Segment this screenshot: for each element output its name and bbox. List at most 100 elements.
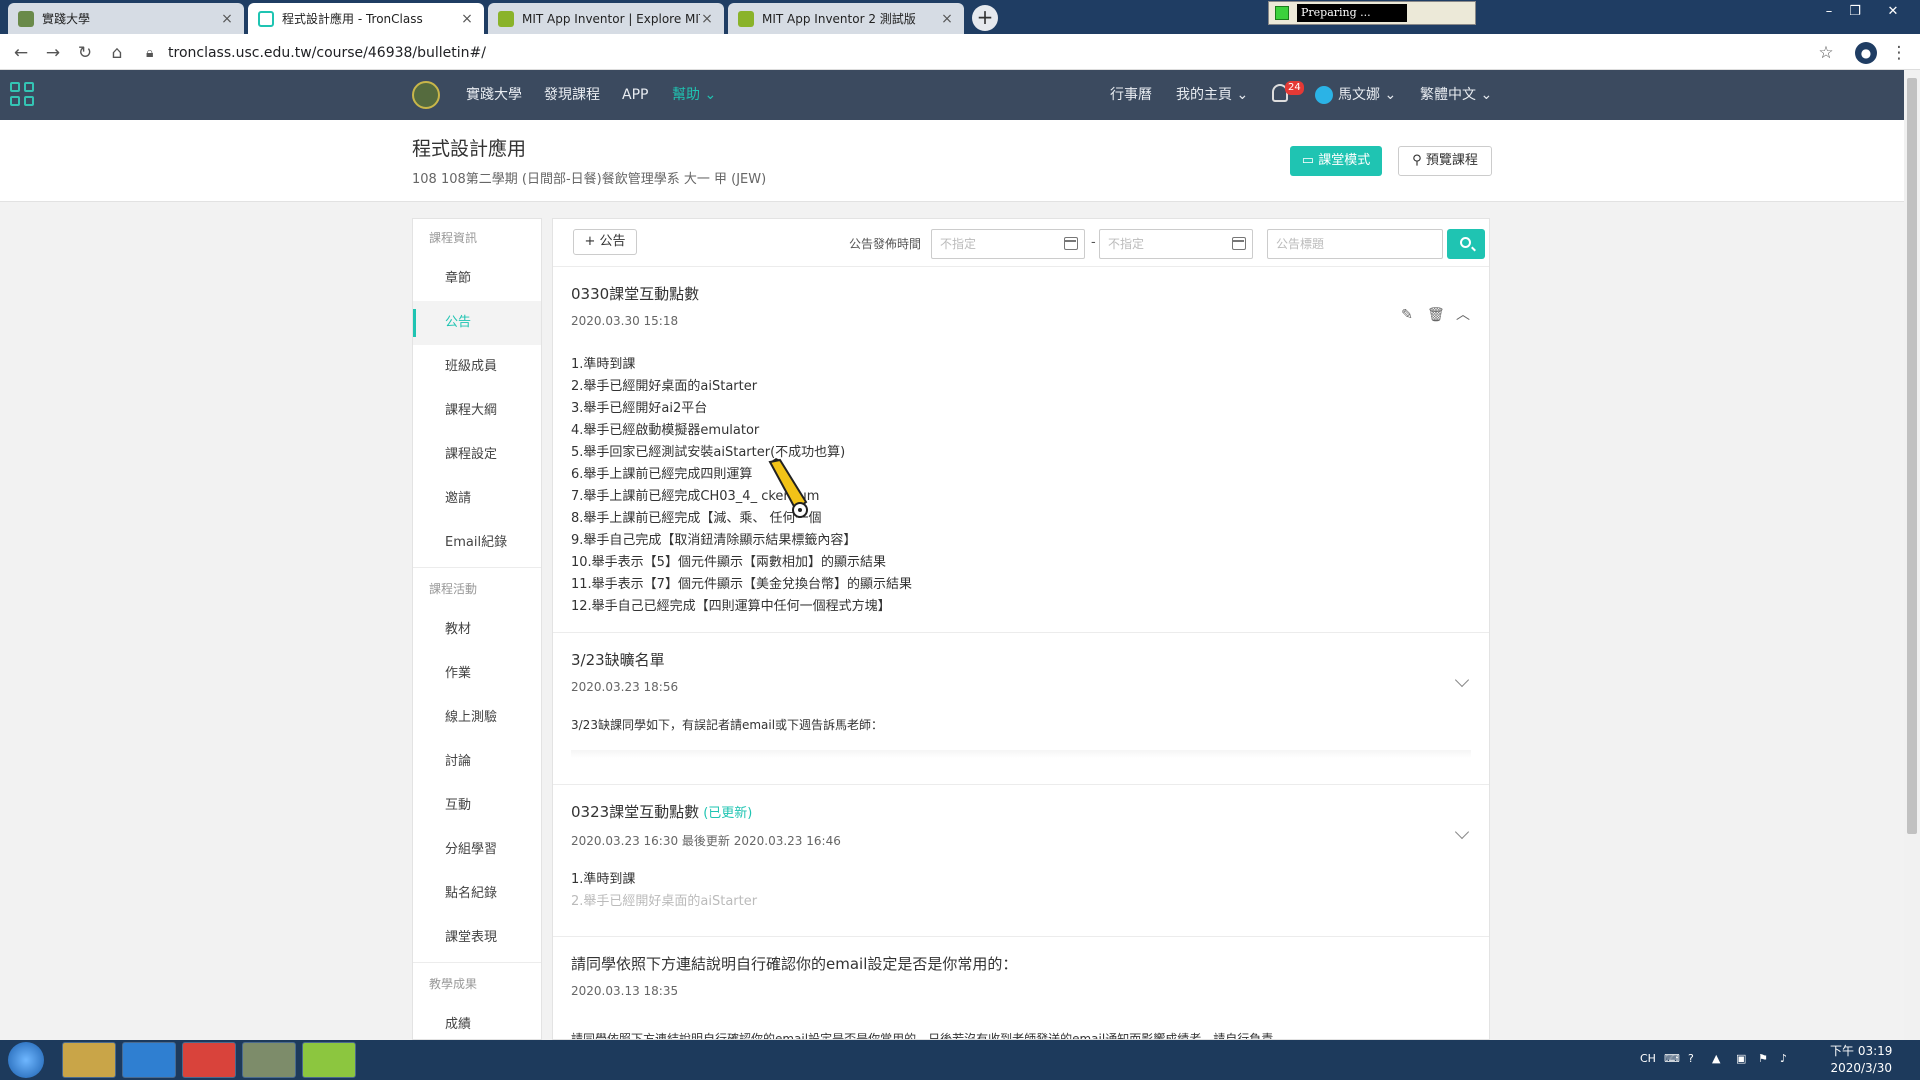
user-avatar[interactable]: [1315, 86, 1333, 104]
volume-icon[interactable]: ♪: [1780, 1052, 1787, 1065]
sidebar-item-chapters[interactable]: 章節: [413, 257, 541, 301]
preview-course-label: 預覽課程: [1425, 153, 1478, 168]
sidebar-item-interaction[interactable]: 互動: [413, 784, 541, 828]
sidebar-item-members[interactable]: 班級成員: [413, 345, 541, 389]
sidebar-divider: [413, 567, 541, 568]
sidebar-item-group-learning[interactable]: 分組學習: [413, 828, 541, 872]
start-button[interactable]: [8, 1042, 44, 1078]
sidebar-item-discussion[interactable]: 討論: [413, 740, 541, 784]
start-date-input[interactable]: 不指定: [931, 229, 1085, 259]
nav-calendar[interactable]: 行事曆: [1110, 70, 1152, 120]
sidebar-item-materials[interactable]: 教材: [413, 608, 541, 652]
sidebar-item-rollcall[interactable]: 點名紀錄: [413, 872, 541, 916]
page-scrollbar[interactable]: [1904, 70, 1920, 1040]
classroom-mode-label: 課堂模式: [1318, 153, 1371, 168]
minimize-icon[interactable]: –: [1816, 4, 1842, 19]
tab-tronclass[interactable]: 程式設計應用 - TronClass ×: [248, 3, 484, 34]
nav-usc[interactable]: 實踐大學: [466, 70, 522, 120]
sidebar-divider: [413, 962, 541, 963]
input-language[interactable]: CH: [1640, 1052, 1656, 1065]
tab-usc[interactable]: 實踐大學 ×: [8, 3, 244, 34]
sidebar-section-title: 課程資訊: [429, 231, 478, 245]
apps-grid-icon[interactable]: [10, 82, 36, 108]
bulletin-date: 2020.03.23 18:56: [571, 680, 679, 694]
search-icon: [1460, 237, 1471, 248]
sidebar-item-quiz[interactable]: 線上測驗: [413, 696, 541, 740]
close-icon[interactable]: ×: [220, 11, 234, 27]
bookmark-star-icon[interactable]: ☆: [1815, 42, 1837, 64]
end-date-input[interactable]: 不指定: [1099, 229, 1253, 259]
sidebar-item-grades[interactable]: 成績: [413, 1003, 541, 1039]
android-emulator-icon[interactable]: [302, 1042, 356, 1078]
close-icon[interactable]: ×: [460, 11, 474, 27]
chevron-up-icon[interactable]: ︿: [1455, 307, 1471, 323]
content-line: 8.舉手上課前已經完成【減、乘、 任何一個: [571, 511, 822, 526]
close-window-icon[interactable]: ✕: [1880, 4, 1906, 19]
menu-kebab-icon[interactable]: ⋮: [1888, 42, 1910, 64]
reload-icon[interactable]: ↻: [74, 42, 96, 64]
network-icon[interactable]: ▣: [1736, 1052, 1746, 1065]
sidebar-item-syllabus[interactable]: 課程大綱: [413, 389, 541, 433]
pencil-cursor-icon: [768, 458, 808, 518]
school-logo-icon[interactable]: [412, 81, 440, 109]
sidebar-section-title: 教學成果: [429, 977, 478, 991]
url-field[interactable]: 🔒︎ tronclass.usc.edu.tw/course/46938/bull…: [146, 40, 1776, 66]
bulletin-item[interactable]: 0323課堂互動點數 (已更新) 2020.03.23 16:30 最後更新 20…: [553, 785, 1489, 937]
bulletin-panel: + 公告 公告發佈時間 不指定 - 不指定 公告標題 0330課堂互動點數 20…: [552, 218, 1490, 1040]
sidebar-item-performance[interactable]: 課堂表現: [413, 916, 541, 960]
classroom-mode-button[interactable]: ▭ 課堂模式: [1290, 146, 1382, 176]
trash-icon[interactable]: 🗑︎: [1427, 307, 1445, 323]
keyboard-icon[interactable]: ⌨: [1664, 1052, 1680, 1065]
file-explorer-icon[interactable]: [62, 1042, 116, 1078]
title-search-input[interactable]: 公告標題: [1267, 229, 1443, 259]
internet-explorer-icon[interactable]: [122, 1042, 176, 1078]
chevron-down-icon: ⌄: [1480, 87, 1493, 103]
calendar-icon[interactable]: [1232, 237, 1246, 250]
sidebar-item-settings[interactable]: 課程設定: [413, 433, 541, 477]
sidebar-item-bulletin[interactable]: 公告: [413, 301, 541, 345]
home-icon[interactable]: ⌂: [106, 42, 128, 64]
restore-icon[interactable]: ❐: [1842, 4, 1868, 19]
calendar-icon[interactable]: [1064, 237, 1078, 250]
tab-label: 實踐大學: [42, 12, 91, 26]
content-line: 4.舉手已經啟動模擬器emulator: [571, 423, 760, 438]
preview-course-button[interactable]: ⚲ 預覽課程: [1398, 146, 1492, 176]
add-bulletin-button[interactable]: + 公告: [573, 229, 637, 255]
usc-favicon-icon: [18, 10, 34, 27]
nav-discover-courses[interactable]: 發現課程: [544, 70, 600, 120]
tab-mit-test[interactable]: MIT App Inventor 2 測試版 ×: [728, 3, 964, 34]
sidebar-item-homework[interactable]: 作業: [413, 652, 541, 696]
flag-icon[interactable]: ⚑: [1758, 1052, 1768, 1065]
scrollbar-thumb[interactable]: [1907, 78, 1917, 834]
back-icon[interactable]: ←: [10, 42, 32, 64]
nav-user-menu[interactable]: 馬文娜 ⌄: [1338, 70, 1396, 120]
forward-icon[interactable]: →: [42, 42, 64, 64]
course-sidebar: 課程資訊 章節 公告 班級成員 課程大綱 課程設定 邀請 Email紀錄 課程活…: [412, 218, 542, 1040]
address-bar: ← → ↻ ⌂ 🔒︎ tronclass.usc.edu.tw/course/46…: [0, 34, 1920, 70]
new-tab-button[interactable]: +: [972, 5, 998, 31]
tray-expand-icon[interactable]: ▲: [1712, 1052, 1720, 1065]
profile-icon[interactable]: ●: [1855, 42, 1877, 64]
tab-mit-explore[interactable]: MIT App Inventor | Explore MIT ×: [488, 3, 724, 34]
close-icon[interactable]: ×: [700, 11, 714, 27]
chrome-icon[interactable]: [182, 1042, 236, 1078]
sidebar-item-invite[interactable]: 邀請: [413, 477, 541, 521]
nav-help[interactable]: 幫助 ⌄: [672, 70, 716, 120]
bulletin-item[interactable]: 3/23缺曠名單 2020.03.23 18:56 3/23缺課同學如下，有誤記…: [553, 633, 1489, 785]
nav-my-home[interactable]: 我的主頁 ⌄: [1176, 70, 1248, 120]
search-button[interactable]: [1447, 229, 1485, 259]
nav-language[interactable]: 繁體中文 ⌄: [1420, 70, 1492, 120]
edit-icon[interactable]: ✎: [1399, 307, 1415, 323]
sidebar-item-email-log[interactable]: Email紀錄: [413, 521, 541, 565]
bulletin-item[interactable]: 0330課堂互動點數 2020.03.30 15:18 ✎ 🗑︎ ︿ 1.準時到…: [553, 267, 1489, 633]
content-line: 6.舉手上課前已經完成四則運算: [571, 467, 753, 482]
nav-app[interactable]: APP: [622, 70, 648, 120]
mit-favicon-icon: [738, 10, 754, 27]
close-icon[interactable]: ×: [940, 11, 954, 27]
bulletin-date: 2020.03.23 16:30 最後更新 2020.03.23 16:46: [571, 834, 841, 848]
taskbar-clock[interactable]: 下午 03:19 2020/3/30: [1830, 1043, 1892, 1077]
bulletin-item[interactable]: 請同學依照下方連結說明自行確認你的email設定是否是你常用的： 2020.03…: [553, 937, 1489, 1039]
app-window-icon[interactable]: [242, 1042, 296, 1078]
help-icon[interactable]: ?: [1688, 1052, 1694, 1065]
clock-time: 下午 03:19: [1830, 1044, 1893, 1058]
